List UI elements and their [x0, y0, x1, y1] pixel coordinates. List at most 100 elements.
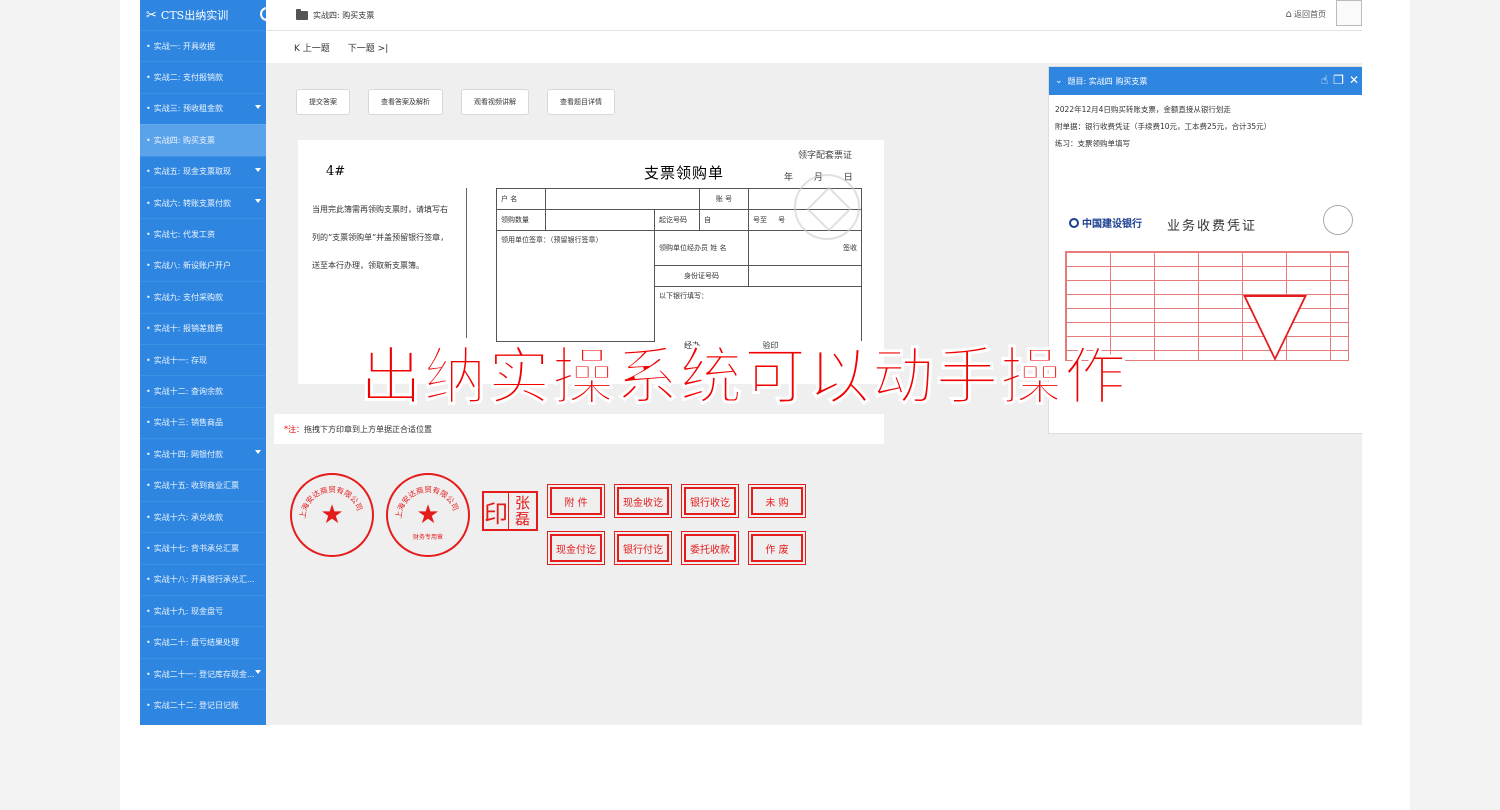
bullet-icon: •	[146, 104, 151, 114]
sign-field[interactable]: 签收	[748, 230, 862, 266]
chevron-down-icon[interactable]	[255, 167, 261, 172]
bullet-icon: •	[146, 669, 151, 679]
submit-answer-button[interactable]: 提交答案	[296, 89, 350, 115]
bullet-icon: •	[146, 292, 151, 302]
close-icon[interactable]: ✕	[1349, 73, 1359, 87]
form-divider	[466, 188, 467, 338]
sidebar-item[interactable]: • 实战十二: 查询余款	[140, 375, 266, 406]
account-label: 账 号	[699, 188, 749, 210]
sidebar-item[interactable]: • 实战九: 支付采购款	[140, 281, 266, 312]
chevron-down-icon[interactable]: ⌄	[1055, 76, 1063, 86]
panel-line: 2022年12月4日购买转账支票，金额直接从银行划走	[1055, 105, 1231, 114]
sidebar-item-label: 实战十三: 销售商品	[153, 418, 223, 428]
end-label: 号	[778, 216, 786, 224]
bullet-icon: •	[146, 543, 151, 553]
id-field[interactable]	[748, 265, 862, 287]
bullet-icon: •	[146, 512, 151, 522]
sidebar-item[interactable]: • 实战四: 购买支票	[140, 124, 266, 156]
from-label: 自	[704, 216, 711, 224]
star-icon: ★	[320, 500, 344, 530]
sidebar-item[interactable]: • 实战五: 现金支票取现	[140, 155, 266, 187]
stamp-bank-received[interactable]: 银行收讫	[681, 484, 739, 518]
form-number: 4#	[326, 164, 346, 179]
stamp-cash-received[interactable]: 现金收讫	[614, 484, 672, 518]
view-answer-button[interactable]: 查看答案及解析	[368, 89, 443, 115]
sidebar-item-label: 实战五: 现金支票取现	[153, 167, 231, 177]
sidebar-item[interactable]: • 实战十一: 存现	[140, 343, 266, 375]
sidebar-item-label: 实战二十一: 登记库存现金...	[153, 669, 255, 679]
next-label: 下一题	[347, 43, 375, 54]
chevron-down-icon[interactable]	[255, 669, 261, 674]
stamp-void[interactable]: 作 废	[748, 531, 806, 565]
from-field[interactable]: 自	[699, 209, 749, 231]
sidebar-item[interactable]: • 实战二十一: 登记库存现金...	[140, 657, 266, 689]
sidebar-item[interactable]: • 实战八: 新设账户开户	[140, 249, 266, 281]
finance-seal[interactable]: 上海安达商贸有限公司 ★ 财务专用章	[386, 473, 470, 557]
promo-overlay-text: 出纳实操系统可以动手操作	[359, 340, 1129, 414]
qty-field[interactable]	[545, 209, 655, 231]
sidebar-item[interactable]: • 实战一: 开具收据	[140, 30, 266, 61]
sidebar-item[interactable]: • 实战十三: 销售商品	[140, 406, 266, 438]
bullet-icon: •	[146, 41, 151, 51]
sidebar-item[interactable]: • 实战七: 代发工资	[140, 218, 266, 249]
chevron-down-icon[interactable]	[255, 104, 261, 109]
bullet-icon: •	[146, 449, 151, 459]
bullet-icon: •	[146, 135, 151, 145]
bullet-icon: •	[146, 386, 151, 396]
stamp-collection[interactable]: 委托收款	[681, 531, 739, 565]
bullet-icon: •	[146, 481, 151, 491]
sidebar-brand[interactable]: ✂ CTS出纳实训	[140, 0, 274, 30]
star-icon: ★	[416, 500, 440, 530]
bullet-icon: •	[146, 324, 151, 334]
stamp-cash-paid[interactable]: 现金付讫	[547, 531, 605, 565]
sidebar-item[interactable]: • 实战十四: 网银付款	[140, 438, 266, 469]
sidebar-item-label: 实战十二: 查询余款	[153, 386, 223, 396]
sidebar-item[interactable]: • 实战十: 报销差旅费	[140, 312, 266, 344]
sidebar-item-label: 实战十一: 存现	[153, 355, 207, 365]
sidebar-item[interactable]: • 实战十九: 现金盘亏	[140, 595, 266, 626]
panel-tools: ☝ ❐ ✕	[1321, 73, 1359, 87]
stamp-attachment[interactable]: 附 件	[547, 484, 605, 518]
chevron-down-icon[interactable]	[255, 450, 261, 455]
sidebar-item[interactable]: • 实战二十: 盘亏结果处理	[140, 626, 266, 657]
stamp-unpurchased[interactable]: 未 购	[748, 484, 806, 518]
sidebar-item[interactable]: • 实战六: 转账支票付款	[140, 186, 266, 218]
sidebar-item[interactable]: • 实战二十二: 登记日记账	[140, 689, 266, 720]
sidebar-item-label: 实战四: 购买支票	[153, 135, 215, 145]
panel-header[interactable]: ⌄ 题目: 实战四 购买支票 ☝ ❐ ✕	[1049, 67, 1362, 95]
sidebar-item[interactable]: • 实战十八: 开具银行承兑汇...	[140, 563, 266, 595]
bank-logo: 中国建设银行	[1069, 215, 1142, 230]
sidebar-item[interactable]: • 实战十五: 收到商业汇票	[140, 469, 266, 500]
company-seal[interactable]: 上海安达商贸有限公司 ★	[290, 473, 374, 557]
stamp-bank-paid[interactable]: 银行付讫	[614, 531, 672, 565]
home-link[interactable]: ⌂ 返回首页	[1286, 9, 1326, 20]
name-field[interactable]	[545, 188, 700, 210]
prev-question-link[interactable]: K 上一题	[294, 41, 330, 54]
name-seal-yin: 印	[484, 493, 509, 529]
seal-area[interactable]: 领用单位签章：（预留银行签章）	[496, 230, 655, 342]
personal-name-seal[interactable]: 印 张磊	[482, 491, 538, 531]
bullet-icon: •	[146, 418, 151, 428]
view-question-button[interactable]: 查看题目详情	[547, 89, 615, 115]
form-title: 支票领购单	[644, 164, 725, 182]
avatar[interactable]	[1336, 0, 1362, 26]
drag-tip: *注： 拖拽下方印章到上方单据正合适位置	[274, 414, 884, 444]
sidebar-item[interactable]: • 实战十六: 承兑收款	[140, 500, 266, 532]
watch-video-button[interactable]: 观看视频讲解	[461, 89, 529, 115]
sidebar-item-label: 实战十六: 承兑收款	[153, 512, 223, 522]
hand-icon[interactable]: ☝	[1321, 73, 1328, 87]
sidebar-item-label: 实战十: 报销差旅费	[153, 324, 223, 334]
bank-icon	[1069, 217, 1079, 228]
bullet-icon: •	[146, 606, 151, 616]
panel-title: 题目: 实战四 购买支票	[1067, 76, 1148, 86]
copy-icon[interactable]: ❐	[1333, 73, 1344, 87]
sidebar-item-label: 实战九: 支付采购款	[153, 292, 223, 302]
receipt-seal	[1323, 205, 1353, 235]
receipt-title: 业务收费凭证	[1167, 219, 1258, 234]
next-question-link[interactable]: 下一题 >|	[348, 41, 388, 54]
panel-description: 2022年12月4日购买转账支票，金额直接从银行划走 附单据：银行收费凭证（手续…	[1049, 95, 1362, 152]
sidebar-item[interactable]: • 实战二: 支付报销款	[140, 61, 266, 92]
sidebar-item[interactable]: • 实战十七: 背书承兑汇票	[140, 532, 266, 563]
chevron-down-icon[interactable]	[255, 198, 261, 203]
sidebar-item[interactable]: • 实战三: 预收租金款	[140, 92, 266, 124]
